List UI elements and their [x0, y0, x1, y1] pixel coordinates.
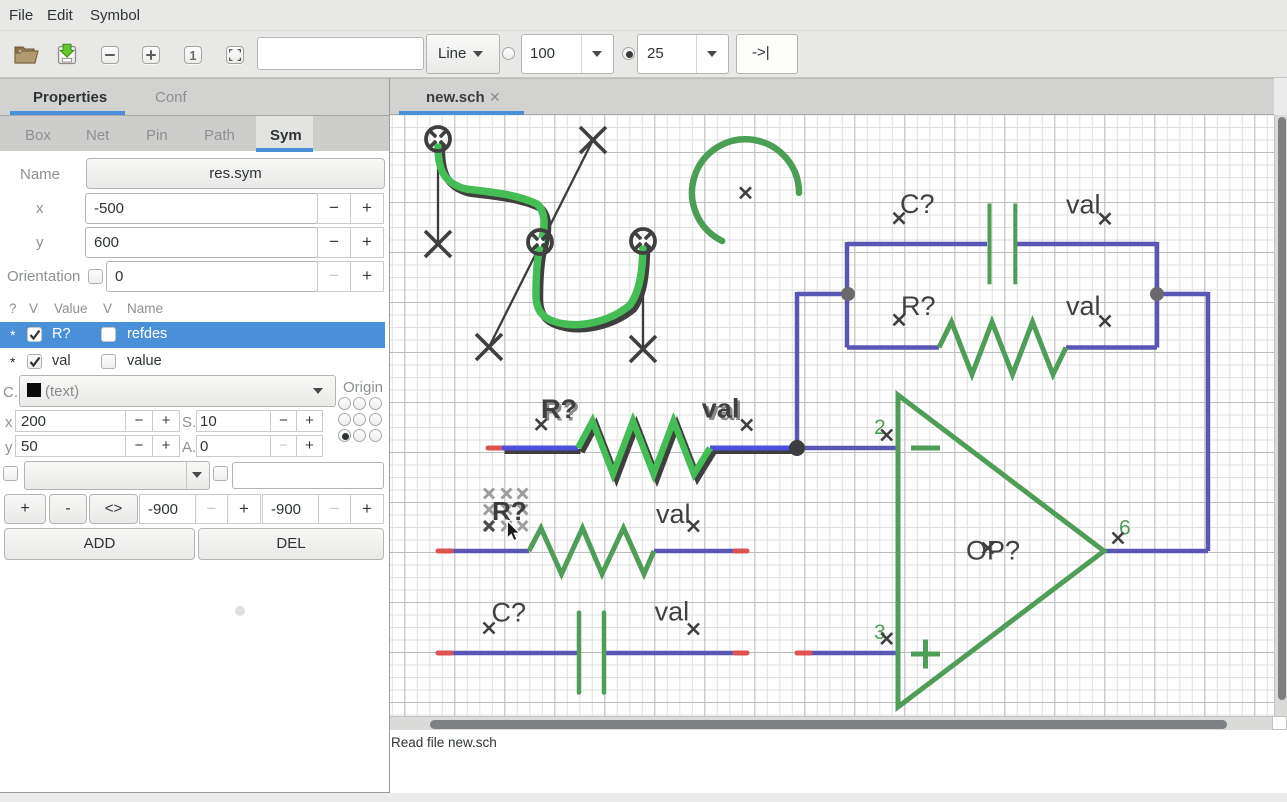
- svg-text:C?: C?: [900, 189, 935, 219]
- svg-text:val: val: [655, 597, 690, 627]
- svg-text:R?: R?: [492, 496, 527, 526]
- svg-text:val: val: [1066, 291, 1101, 321]
- svg-text:val: val: [1066, 190, 1101, 220]
- svg-text:OP?: OP?: [966, 536, 1020, 566]
- svg-text:2: 2: [874, 416, 886, 439]
- svg-text:C?: C?: [492, 598, 527, 628]
- svg-text:val: val: [702, 394, 740, 424]
- svg-text:val: val: [656, 499, 691, 529]
- svg-text:R?: R?: [901, 291, 936, 321]
